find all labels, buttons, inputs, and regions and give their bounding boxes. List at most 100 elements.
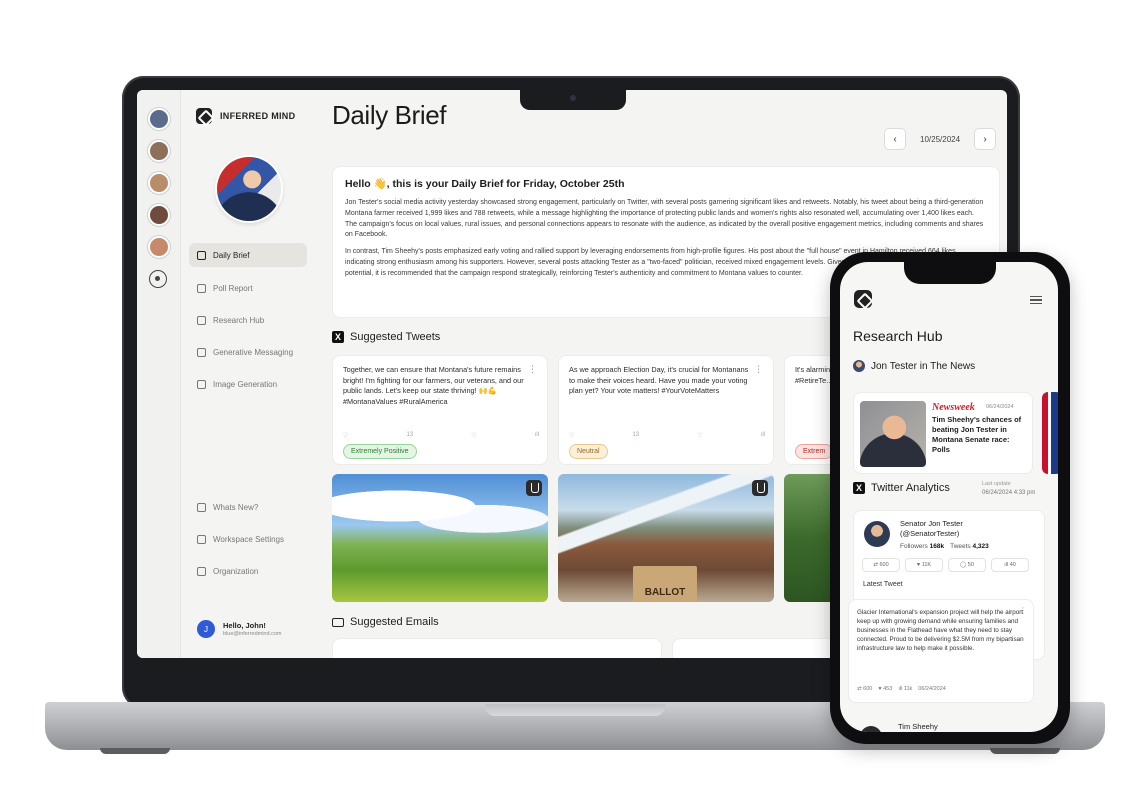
latest-tweet-label: Latest Tweet (863, 581, 903, 588)
sidebar-item-image-generation[interactable]: Image Generation (189, 372, 307, 396)
retweet-count: ⇄ 600 (857, 686, 873, 692)
account-avatar-2[interactable] (148, 140, 170, 162)
latest-tweet-card[interactable]: ⋮ Glacier International's expansion proj… (848, 599, 1034, 703)
account-name: Senator Jon Tester (@SenatorTester) (900, 519, 963, 538)
news-date: 06/24/2024 (986, 404, 1014, 410)
latest-tweet-meta: ⇄ 600 ♥ 453 ıll 11k 06/24/2024 (857, 686, 946, 692)
sidebar-item-daily-brief[interactable]: Daily Brief (189, 243, 307, 267)
next-date-button[interactable]: › (974, 128, 997, 150)
likes-pill: ♥ 11K (905, 558, 943, 572)
research-icon (197, 315, 206, 325)
engagement-pills: ⇄ 600 ♥ 11K ◯ 50 ıll 40 (862, 558, 1029, 572)
mail-icon (332, 617, 344, 627)
user-profile[interactable]: J Hello, John! blue@inferredmind.com (197, 620, 281, 638)
suggested-emails-heading: Suggested Emails (332, 616, 439, 628)
page-title: Daily Brief (332, 100, 447, 130)
add-account-icon[interactable] (149, 270, 167, 288)
generated-image-town[interactable]: BALLOT (558, 474, 774, 602)
account-avatar-5[interactable] (148, 236, 170, 258)
news-card[interactable]: Newsweek 06/24/2024 Tim Sheehy's chances… (853, 392, 1033, 474)
stats-icon[interactable]: ıll (535, 432, 539, 439)
like-icon[interactable]: ♡ (471, 432, 476, 439)
generated-image-meadow[interactable] (332, 474, 548, 602)
sentiment-badge: Neutral (569, 444, 608, 459)
retweet-icon[interactable]: 13 (406, 432, 413, 439)
flask-icon[interactable] (752, 480, 768, 496)
brand-logo-icon[interactable] (854, 290, 872, 308)
views-pill: ıll 40 (991, 558, 1029, 572)
view-count: ıll 11k (898, 686, 913, 692)
more-icon[interactable]: ⋮ (1019, 606, 1027, 615)
user-greeting: Hello, John! (223, 621, 266, 630)
camera-icon (570, 95, 576, 101)
email-card-1[interactable] (332, 638, 662, 658)
more-icon[interactable]: ⋮ (754, 364, 763, 375)
phone-screen: Research Hub Jon Tester in The News News… (840, 262, 1058, 732)
news-source: Newsweek (932, 402, 975, 413)
trackpad-groove (485, 704, 665, 716)
retweet-icon[interactable]: 13 (632, 432, 639, 439)
edit-icon (197, 347, 206, 357)
twitter-analytics-heading: X Twitter Analytics (853, 482, 950, 494)
brief-paragraph-1: Jon Tester's social media activity yeste… (345, 199, 984, 239)
hamburger-menu-icon[interactable] (1030, 296, 1042, 304)
sidebar-item-generative-messaging[interactable]: Generative Messaging (189, 340, 307, 364)
building-icon (197, 566, 206, 576)
user-email: blue@inferredmind.com (223, 631, 282, 637)
stats-icon[interactable]: ıll (761, 432, 765, 439)
brand[interactable]: INFERRED MIND (196, 108, 295, 124)
comments-pill: ◯ 50 (948, 558, 986, 572)
sidebar: INFERRED MIND Daily Brief Poll Report Re… (181, 90, 315, 658)
brand-name: INFERRED MIND (220, 111, 296, 121)
next-account-avatar (860, 726, 882, 732)
tweet-card-2[interactable]: As we approach Election Day, it's crucia… (558, 355, 774, 465)
tweet-actions: ♡ 13 ♡ ıll (343, 432, 539, 439)
news-photo (860, 401, 926, 467)
gear-icon (197, 534, 206, 544)
like-count: ♥ 453 (878, 686, 893, 692)
last-update-label: Last update (982, 481, 1011, 487)
sidebar-item-workspace-settings[interactable]: Workspace Settings (189, 527, 307, 551)
sidebar-item-whats-new[interactable]: Whats New? (189, 495, 307, 519)
ballot-box: BALLOT (633, 566, 697, 602)
account-avatar (864, 521, 890, 547)
tweet-actions: ♡ 13 ♡ ıll (569, 432, 765, 439)
brush-icon (197, 379, 206, 389)
candidate-avatar (853, 360, 865, 372)
tweet-text: Together, we can ensure that Montana's f… (343, 365, 524, 406)
account-avatar-1[interactable] (148, 108, 170, 130)
sparkle-icon (197, 502, 206, 512)
x-logo-icon: X (853, 482, 865, 494)
comment-icon[interactable]: ♡ (569, 432, 574, 439)
tweet-card-1[interactable]: Together, we can ensure that Montana's f… (332, 355, 548, 465)
flask-icon[interactable] (526, 480, 542, 496)
sentiment-badge: Extrem (795, 444, 834, 459)
account-avatar-4[interactable] (148, 204, 170, 226)
sidebar-item-poll-report[interactable]: Poll Report (189, 276, 307, 300)
laptop-foot-left (100, 748, 170, 754)
latest-tweet-text: Glacier International's expansion projec… (857, 609, 1024, 652)
phone-page-title: Research Hub (853, 328, 943, 344)
news-headline: Tim Sheehy's chances of beating Jon Test… (932, 415, 1022, 454)
account-stats: Followers 168k Tweets 4,323 (900, 543, 989, 550)
news-card-next[interactable] (1042, 392, 1058, 474)
user-avatar: J (197, 620, 215, 638)
current-date: 10/25/2024 (920, 134, 961, 144)
poll-icon (197, 283, 206, 293)
laptop-foot-right (990, 748, 1060, 754)
date-navigator: ‹ 10/25/2024 › (884, 128, 997, 150)
comment-icon[interactable]: ♡ (343, 432, 348, 439)
like-icon[interactable]: ♡ (697, 432, 702, 439)
account-avatar-3[interactable] (148, 172, 170, 194)
tweet-text: As we approach Election Day, it's crucia… (569, 365, 749, 395)
candidate-photo (217, 157, 281, 221)
last-update-value: 06/24/2024 4:33 pm (982, 490, 1036, 496)
brief-icon (197, 250, 206, 260)
prev-date-button[interactable]: ‹ (884, 128, 906, 150)
more-icon[interactable]: ⋮ (528, 364, 537, 375)
x-logo-icon: X (332, 331, 344, 343)
brief-greeting: Hello 👋, this is your Daily Brief for Fr… (345, 178, 625, 190)
sidebar-item-research-hub[interactable]: Research Hub (189, 308, 307, 332)
sidebar-item-organization[interactable]: Organization (189, 559, 307, 583)
phone-dynamic-island (904, 262, 996, 284)
